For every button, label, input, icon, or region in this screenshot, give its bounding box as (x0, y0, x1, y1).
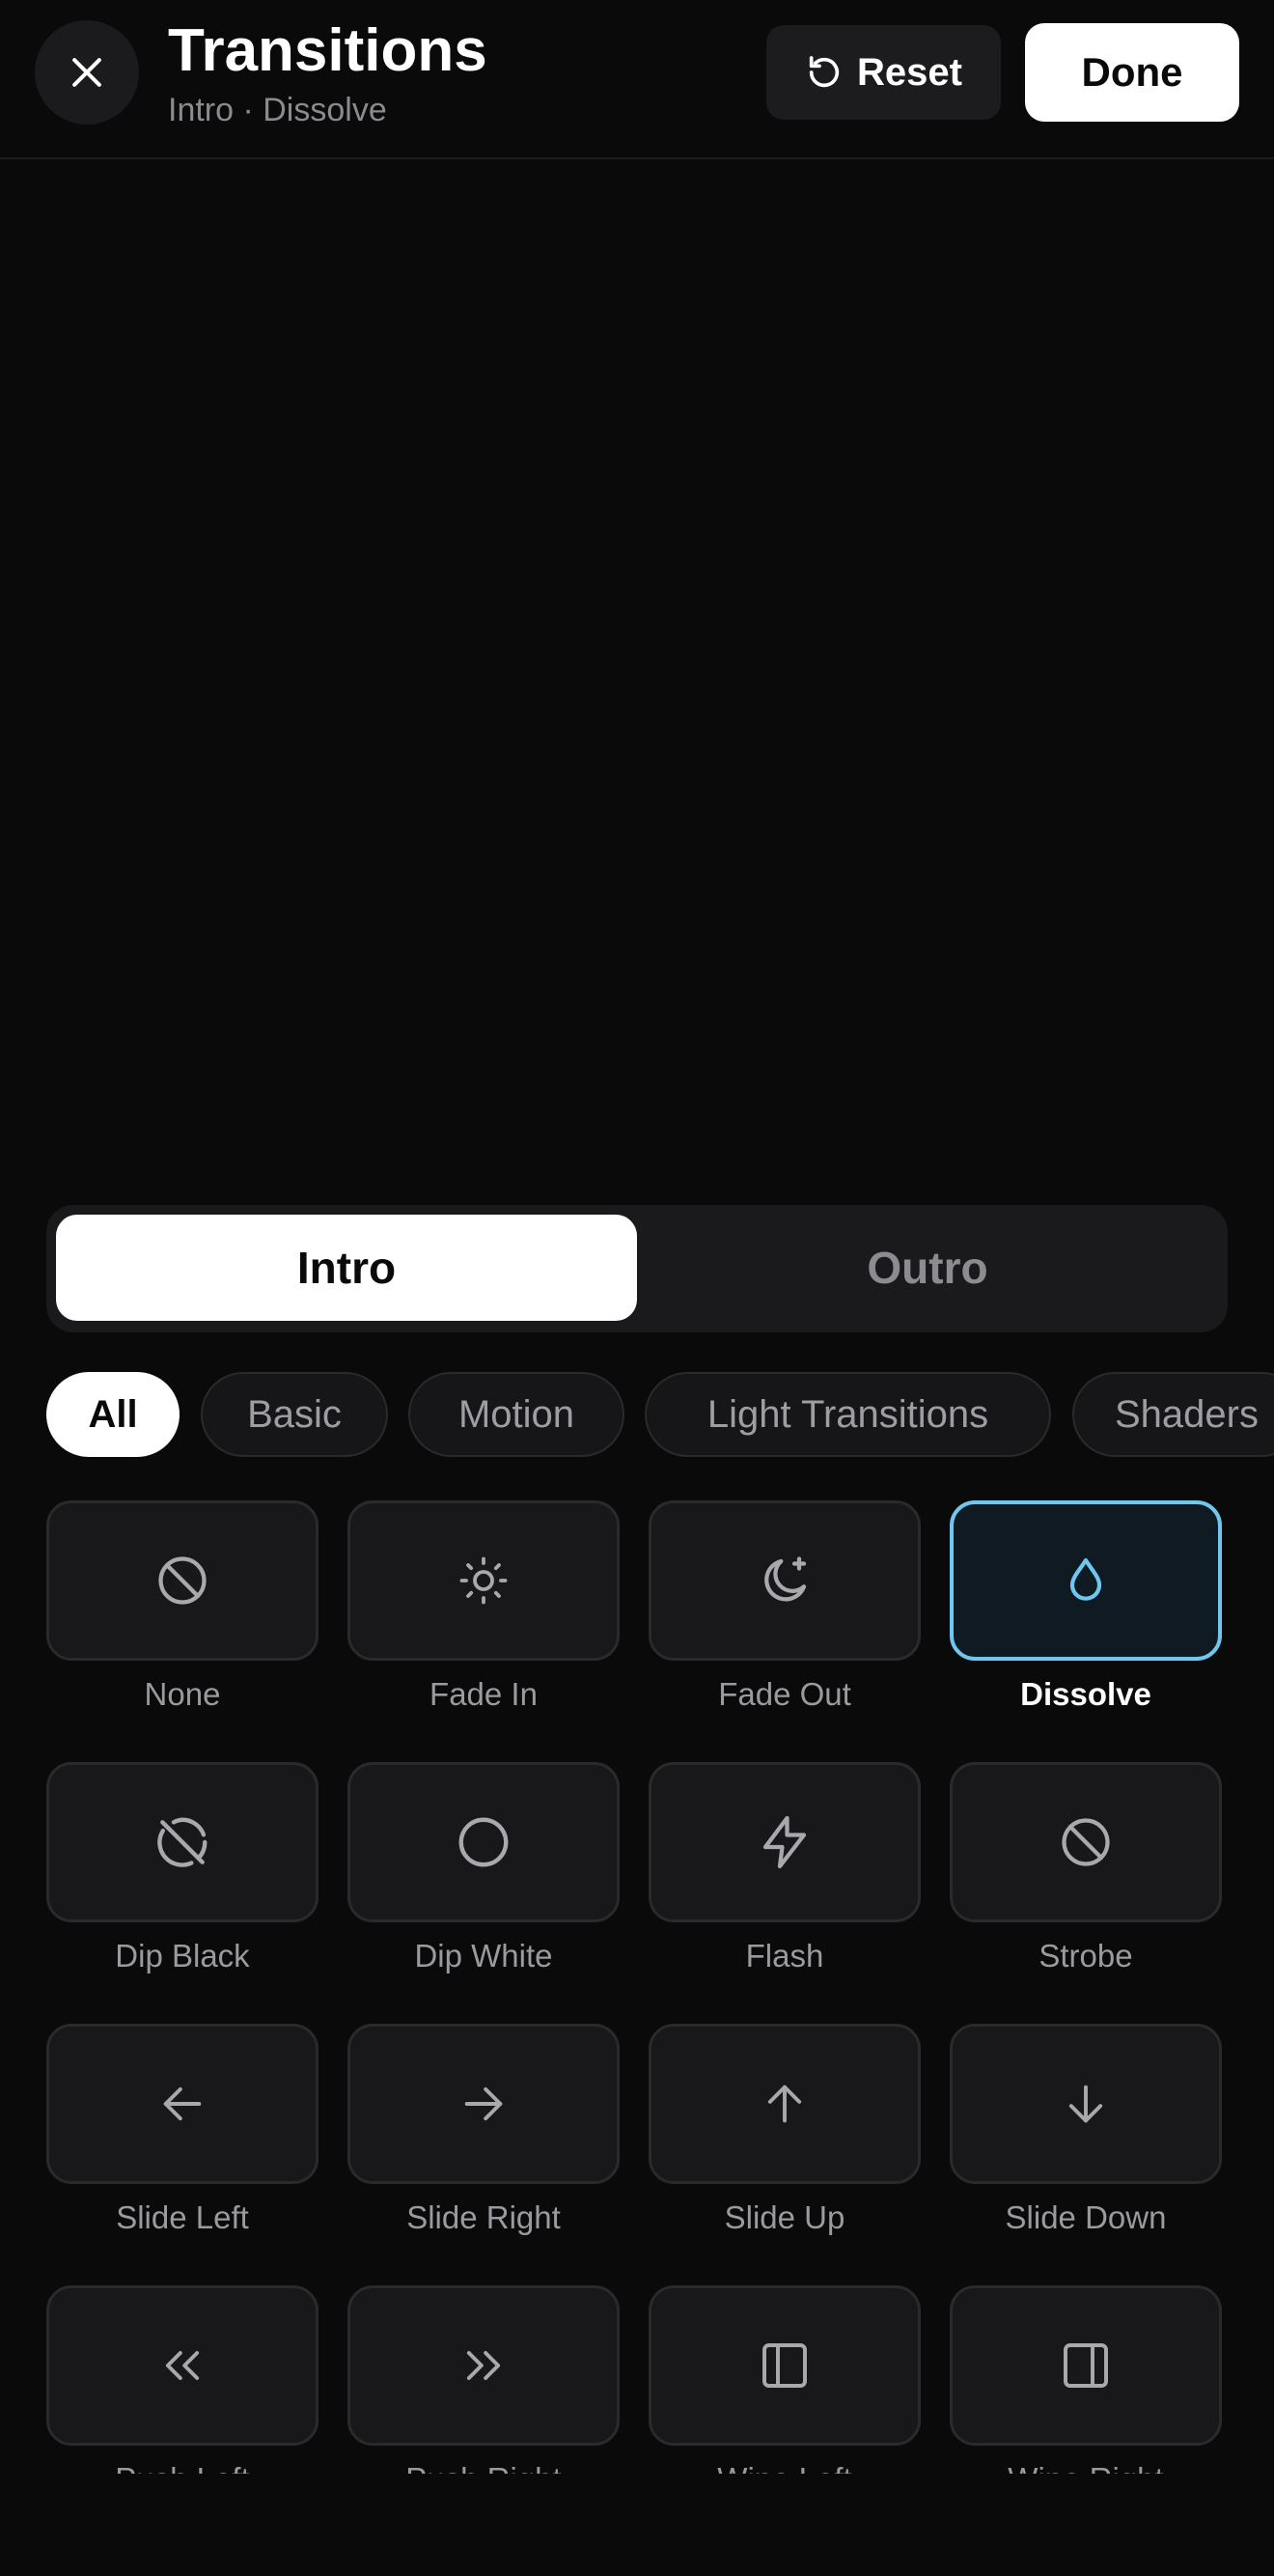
tile-box (46, 2024, 318, 2184)
tab-outro[interactable]: Outro (637, 1215, 1218, 1321)
tile-box (649, 1500, 921, 1661)
transition-slide-up[interactable]: Slide Up (649, 2020, 921, 2242)
arrow-left-icon (157, 2079, 208, 2129)
transition-flash[interactable]: Flash (649, 1758, 921, 1980)
ban-icon (1057, 1813, 1115, 1871)
page-title: Transitions (168, 17, 487, 84)
transition-label: Slide Down (1005, 2199, 1167, 2235)
chip-all[interactable]: All (46, 1372, 180, 1457)
tile-box (649, 2285, 921, 2446)
transition-slide-left[interactable]: Slide Left (46, 2020, 318, 2242)
transition-push-left[interactable]: Push Left (46, 2282, 318, 2474)
transition-label: Slide Left (116, 2199, 249, 2235)
tile-box (46, 1500, 318, 1661)
tile-box (950, 1500, 1222, 1661)
transition-label: Dip Black (115, 1938, 250, 1974)
transition-slide-right[interactable]: Slide Right (347, 2020, 620, 2242)
lightning-icon (756, 1813, 814, 1871)
preview-canvas (0, 159, 1274, 1173)
tile-box (46, 1762, 318, 1922)
transition-slide-down[interactable]: Slide Down (950, 2020, 1222, 2242)
tab-intro[interactable]: Intro (56, 1215, 637, 1321)
transition-dissolve[interactable]: Dissolve (950, 1497, 1222, 1719)
transition-dip-black[interactable]: Dip Black (46, 1758, 318, 1980)
chip-basic[interactable]: Basic (201, 1372, 388, 1457)
category-filter: All Basic Motion Light Transitions Shade… (0, 1371, 1274, 1460)
tile-box (347, 1500, 620, 1661)
intro-outro-toggle: Intro Outro (46, 1205, 1228, 1332)
tile-box (950, 2285, 1222, 2446)
transition-fade-in[interactable]: Fade In (347, 1497, 620, 1719)
done-label: Done (1081, 49, 1183, 95)
tile-box (649, 1762, 921, 1922)
reset-icon (805, 53, 844, 92)
done-button[interactable]: Done (1025, 23, 1239, 122)
transition-label: Fade Out (718, 1676, 851, 1712)
close-icon (66, 51, 108, 94)
tile-box (950, 1762, 1222, 1922)
transition-grid: None Fade In Fade Out Dissolve Dip Black… (0, 1497, 1274, 2474)
transition-label: Fade In (429, 1676, 538, 1712)
page-subtitle: Intro · Dissolve (168, 92, 387, 128)
top-bar: Transitions Intro · Dissolve Reset Done (0, 0, 1274, 159)
transition-label: Slide Up (724, 2199, 845, 2235)
tile-box (649, 2024, 921, 2184)
transition-label: Slide Right (406, 2199, 561, 2235)
panel-left-icon (758, 2338, 812, 2393)
transition-push-right[interactable]: Push Right (347, 2282, 620, 2474)
reset-label: Reset (857, 50, 962, 94)
arrow-down-icon (1061, 2079, 1111, 2129)
chevrons-right-icon (458, 2340, 509, 2391)
transition-label: None (144, 1676, 221, 1712)
transition-strobe[interactable]: Strobe (950, 1758, 1222, 1980)
tile-box (46, 2285, 318, 2446)
chip-light-transitions[interactable]: Light Transitions (645, 1372, 1051, 1457)
chip-shaders[interactable]: Shaders (1072, 1372, 1274, 1457)
tile-box (950, 2024, 1222, 2184)
droplet-icon (1059, 1554, 1113, 1608)
eye-off-circle-icon (152, 1812, 212, 1872)
transition-label: Wipe Left (649, 2461, 921, 2474)
close-button[interactable] (35, 20, 139, 125)
transition-label: Dissolve (1020, 1676, 1151, 1712)
panel-right-icon (1059, 2338, 1113, 2393)
transition-label: Strobe (1039, 1938, 1133, 1974)
transition-wipe-left[interactable]: Wipe Left (649, 2282, 921, 2474)
none-icon (153, 1552, 211, 1610)
tile-box (347, 1762, 620, 1922)
tile-box (347, 2024, 620, 2184)
arrow-right-icon (458, 2079, 509, 2129)
tile-box (347, 2285, 620, 2446)
circle-icon (454, 1812, 513, 1872)
transition-dip-white[interactable]: Dip White (347, 1758, 620, 1980)
transition-wipe-right[interactable]: Wipe Right (950, 2282, 1222, 2474)
sun-icon (457, 1554, 510, 1607)
transition-none[interactable]: None (46, 1497, 318, 1719)
chevrons-left-icon (157, 2340, 208, 2391)
transition-label: Flash (745, 1938, 824, 1974)
arrow-up-icon (760, 2079, 810, 2129)
chip-motion[interactable]: Motion (408, 1372, 624, 1457)
transition-label: Wipe Right (950, 2461, 1222, 2474)
transition-fade-out[interactable]: Fade Out (649, 1497, 921, 1719)
transition-label: Push Right (347, 2461, 620, 2474)
transition-label: Push Left (46, 2461, 318, 2474)
moon-icon (756, 1552, 814, 1610)
transition-label: Dip White (414, 1938, 553, 1974)
reset-button[interactable]: Reset (766, 25, 1001, 120)
